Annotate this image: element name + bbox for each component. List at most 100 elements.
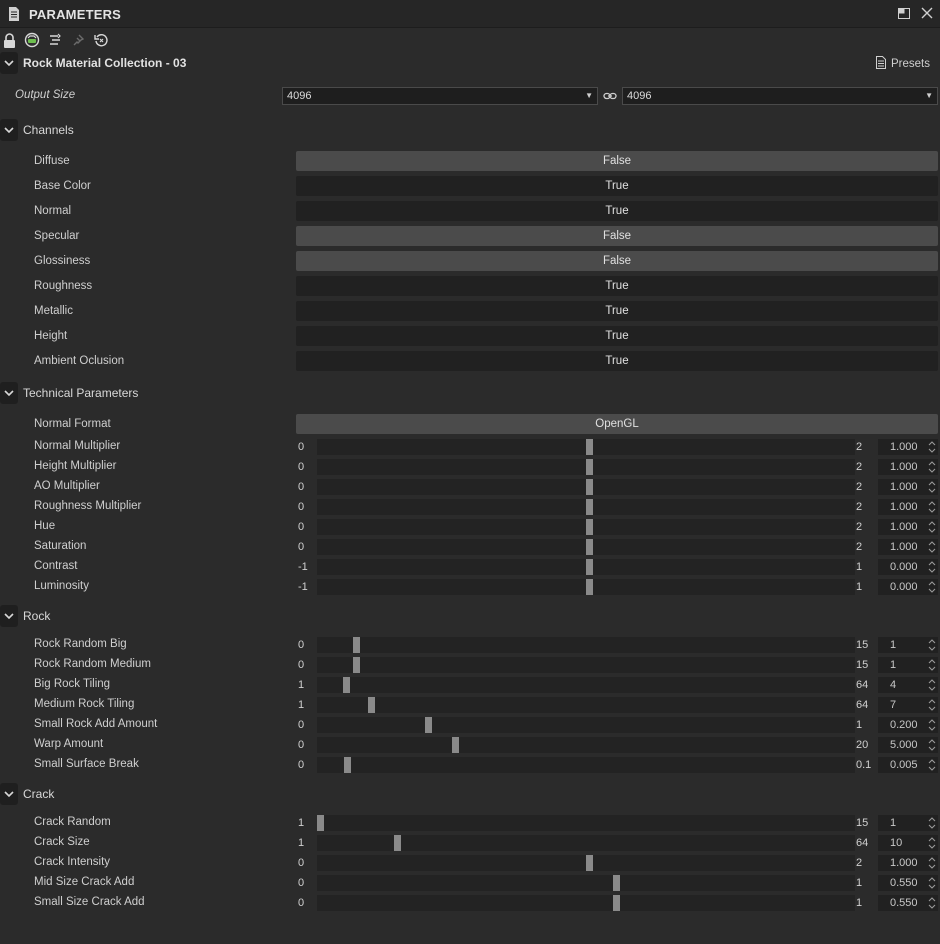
spinner-arrows-icon[interactable] [928, 480, 936, 494]
slider-track[interactable] [317, 559, 855, 575]
spinner-arrows-icon[interactable] [928, 896, 936, 910]
presets-button[interactable]: Presets [876, 56, 930, 72]
value-input[interactable]: 7 [878, 697, 938, 713]
slider-track[interactable] [317, 459, 855, 475]
slider-track[interactable] [317, 895, 855, 911]
slider-thumb[interactable] [317, 815, 324, 831]
chevron-down-icon[interactable] [0, 605, 18, 627]
slider-thumb[interactable] [586, 559, 593, 575]
slider-thumb[interactable] [352, 637, 360, 653]
close-icon[interactable] [920, 6, 934, 23]
spinner-arrows-icon[interactable] [928, 580, 936, 594]
value-input[interactable]: 1.000 [878, 855, 938, 871]
slider-thumb[interactable] [586, 539, 593, 555]
lock-icon[interactable] [0, 31, 18, 49]
slider-thumb[interactable] [612, 875, 620, 891]
value-input[interactable]: 1 [878, 815, 938, 831]
chevron-down-icon[interactable] [0, 382, 18, 404]
slider-thumb[interactable] [586, 579, 593, 595]
output-height-select[interactable]: 4096 ▼ [622, 87, 938, 105]
value-input[interactable]: 1.000 [878, 539, 938, 555]
spinner-arrows-icon[interactable] [928, 856, 936, 870]
spinner-arrows-icon[interactable] [928, 638, 936, 652]
chevron-down-icon[interactable] [0, 783, 18, 805]
slider-thumb[interactable] [586, 439, 593, 455]
slider-track[interactable] [317, 737, 855, 753]
value-input[interactable]: 1.000 [878, 459, 938, 475]
link-parameters-icon[interactable] [46, 31, 64, 49]
slider-track[interactable] [317, 539, 855, 555]
spinner-arrows-icon[interactable] [928, 540, 936, 554]
spinner-arrows-icon[interactable] [928, 816, 936, 830]
value-input[interactable]: 0.550 [878, 875, 938, 891]
slider-track[interactable] [317, 519, 855, 535]
normal-format-toggle[interactable]: OpenGL [296, 414, 938, 434]
value-input[interactable]: 0.550 [878, 895, 938, 911]
spinner-arrows-icon[interactable] [928, 836, 936, 850]
slider-track[interactable] [317, 637, 855, 653]
chevron-down-icon[interactable] [0, 119, 18, 141]
slider-track[interactable] [317, 835, 855, 851]
slider-track[interactable] [317, 697, 855, 713]
spinner-arrows-icon[interactable] [928, 658, 936, 672]
channel-toggle[interactable]: True [296, 276, 938, 296]
channel-toggle[interactable]: False [296, 151, 938, 171]
spinner-arrows-icon[interactable] [928, 876, 936, 890]
slider-track[interactable] [317, 815, 855, 831]
channel-toggle[interactable]: True [296, 201, 938, 221]
slider-track[interactable] [317, 757, 855, 773]
value-input[interactable]: 5.000 [878, 737, 938, 753]
slider-thumb[interactable] [586, 499, 593, 515]
maximize-icon[interactable] [898, 8, 910, 22]
slider-thumb[interactable] [352, 657, 360, 673]
sync-icon[interactable] [23, 31, 41, 49]
slider-track[interactable] [317, 499, 855, 515]
spinner-arrows-icon[interactable] [928, 440, 936, 454]
slider-thumb[interactable] [368, 697, 376, 713]
slider-thumb[interactable] [343, 757, 351, 773]
spinner-arrows-icon[interactable] [928, 738, 936, 752]
slider-track[interactable] [317, 479, 855, 495]
spinner-arrows-icon[interactable] [928, 520, 936, 534]
slider-track[interactable] [317, 717, 855, 733]
spinner-arrows-icon[interactable] [928, 678, 936, 692]
slider-thumb[interactable] [424, 717, 432, 733]
value-input[interactable]: 4 [878, 677, 938, 693]
value-input[interactable]: 0.005 [878, 757, 938, 773]
slider-thumb[interactable] [586, 459, 593, 475]
value-input[interactable]: 1 [878, 657, 938, 673]
value-input[interactable]: 0.200 [878, 717, 938, 733]
link-icon[interactable] [603, 89, 617, 106]
slider-thumb[interactable] [612, 895, 620, 911]
spinner-arrows-icon[interactable] [928, 460, 936, 474]
value-input[interactable]: 1.000 [878, 479, 938, 495]
spinner-arrows-icon[interactable] [928, 758, 936, 772]
value-input[interactable]: 0.000 [878, 559, 938, 575]
spinner-arrows-icon[interactable] [928, 560, 936, 574]
channel-toggle[interactable]: False [296, 251, 938, 271]
channel-toggle[interactable]: False [296, 226, 938, 246]
slider-track[interactable] [317, 439, 855, 455]
channel-toggle[interactable]: True [296, 301, 938, 321]
slider-track[interactable] [317, 657, 855, 673]
spinner-arrows-icon[interactable] [928, 718, 936, 732]
slider-thumb[interactable] [451, 737, 459, 753]
spinner-arrows-icon[interactable] [928, 698, 936, 712]
slider-track[interactable] [317, 875, 855, 891]
chevron-down-icon[interactable] [0, 52, 18, 74]
value-input[interactable]: 1.000 [878, 439, 938, 455]
channel-toggle[interactable]: True [296, 351, 938, 371]
slider-thumb[interactable] [586, 479, 593, 495]
value-input[interactable]: 1 [878, 637, 938, 653]
slider-track[interactable] [317, 677, 855, 693]
reset-icon[interactable] [92, 31, 110, 49]
slider-thumb[interactable] [393, 835, 401, 851]
slider-track[interactable] [317, 855, 855, 871]
channel-toggle[interactable]: True [296, 176, 938, 196]
spinner-arrows-icon[interactable] [928, 500, 936, 514]
output-width-select[interactable]: 4096 ▼ [282, 87, 598, 105]
channel-toggle[interactable]: True [296, 326, 938, 346]
slider-thumb[interactable] [342, 677, 350, 693]
slider-thumb[interactable] [586, 519, 593, 535]
value-input[interactable]: 1.000 [878, 519, 938, 535]
